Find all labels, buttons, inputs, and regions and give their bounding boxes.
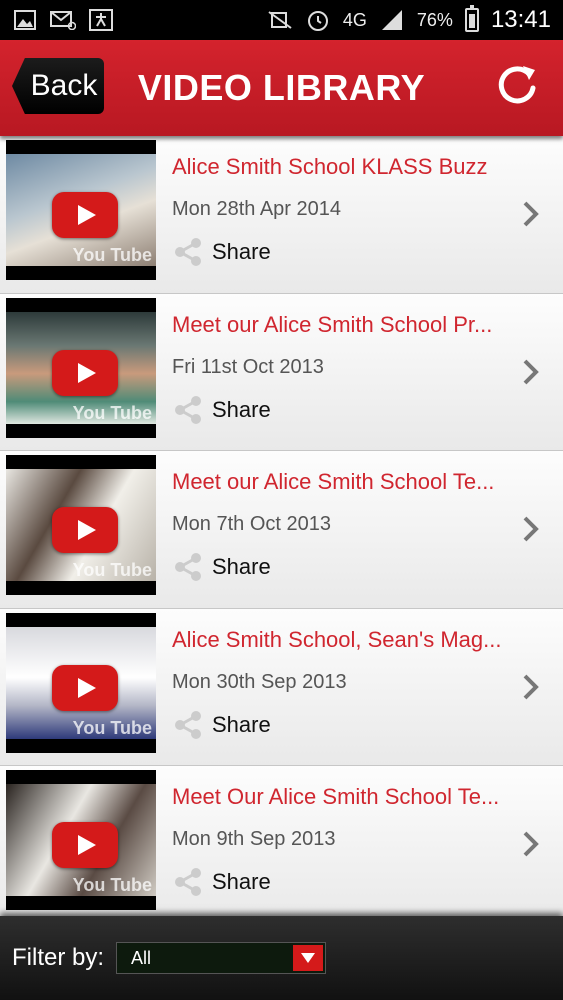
chevron-right-icon[interactable] [521,673,541,701]
alarm-icon [305,9,331,31]
video-date: Mon 9th Sep 2013 [172,828,336,850]
video-item[interactable]: You Tube Alice Smith School, Sean's Mag.… [0,608,563,766]
video-title[interactable]: Meet our Alice Smith School Pr... [172,312,512,338]
share-button[interactable]: Share [172,707,271,743]
play-icon[interactable] [52,349,118,396]
share-label: Share [212,554,271,579]
page-title: VIDEO LIBRARY [137,67,426,108]
status-bar: 4G 76% 13:41 [0,0,563,40]
video-date: Mon 7th Oct 2013 [172,513,331,535]
video-item[interactable]: You Tube Meet our Alice Smith School Te.… [0,451,563,609]
video-thumbnail[interactable]: You Tube [6,770,156,910]
mail-icon [50,9,76,31]
app-header: Back VIDEO LIBRARY [0,40,563,136]
share-button[interactable]: Share [172,392,271,428]
battery-icon [464,5,479,32]
share-label: Share [212,711,271,737]
video-date: Mon 28th Apr 2014 [172,198,342,220]
youtube-watermark: You Tube [72,245,152,265]
chevron-right-icon[interactable] [521,200,541,228]
notification-icons [12,9,114,31]
play-icon[interactable] [52,192,118,238]
battery-percent: 76% [416,9,453,30]
refresh-icon[interactable] [493,62,541,110]
share-icon [175,238,201,266]
video-title[interactable]: Alice Smith School, Sean's Mag... [172,627,512,653]
app-icon [88,9,114,31]
clock: 13:41 [490,6,551,33]
video-thumbnail[interactable]: You Tube [6,297,156,438]
play-icon[interactable] [52,822,118,868]
video-item[interactable]: You Tube Meet our Alice Smith School Pr.… [0,293,563,451]
filter-dropdown[interactable]: All [116,942,327,974]
share-icon [175,395,201,424]
share-button[interactable]: Share [172,864,271,900]
chevron-right-icon[interactable] [521,830,541,858]
video-title[interactable]: Meet our Alice Smith School Te... [172,469,512,495]
video-title[interactable]: Meet Our Alice Smith School Te... [172,784,512,810]
video-date: Mon 30th Sep 2013 [172,670,347,693]
share-label: Share [212,239,271,264]
video-date: Fri 11st Oct 2013 [172,355,324,378]
share-label: Share [212,396,271,422]
back-button[interactable]: Back [12,58,104,114]
video-thumbnail[interactable]: You Tube [6,612,156,753]
share-icon [175,553,201,581]
share-icon [175,710,201,739]
chevron-down-icon[interactable] [293,945,324,971]
youtube-watermark: You Tube [72,402,152,423]
share-label: Share [212,869,271,894]
network-type: 4G [342,9,367,30]
video-item[interactable]: You Tube Meet Our Alice Smith School Te.… [0,766,563,916]
system-icons: 4G 76% 13:41 [267,5,551,34]
youtube-watermark: You Tube [72,875,152,895]
youtube-watermark: You Tube [72,717,152,738]
video-thumbnail[interactable]: You Tube [6,455,156,595]
play-icon[interactable] [52,507,118,553]
chevron-right-icon[interactable] [521,515,541,543]
filter-bar: Filter by: All [0,916,563,1000]
filter-label: Filter by: [12,944,105,971]
chevron-right-icon[interactable] [521,358,541,386]
video-thumbnail[interactable]: You Tube [6,140,156,280]
mute-icon [267,9,293,31]
video-item[interactable]: You Tube Alice Smith School KLASS Buzz M… [0,136,563,294]
play-icon[interactable] [52,664,118,711]
youtube-watermark: You Tube [72,560,152,580]
filter-value: All [131,947,152,968]
share-icon [175,868,201,896]
video-title[interactable]: Alice Smith School KLASS Buzz [172,154,512,180]
video-list[interactable]: You Tube Alice Smith School KLASS Buzz M… [0,136,563,916]
signal-icon [379,9,405,31]
share-button[interactable]: Share [172,234,271,270]
share-button[interactable]: Share [172,549,271,585]
image-icon [12,9,38,31]
